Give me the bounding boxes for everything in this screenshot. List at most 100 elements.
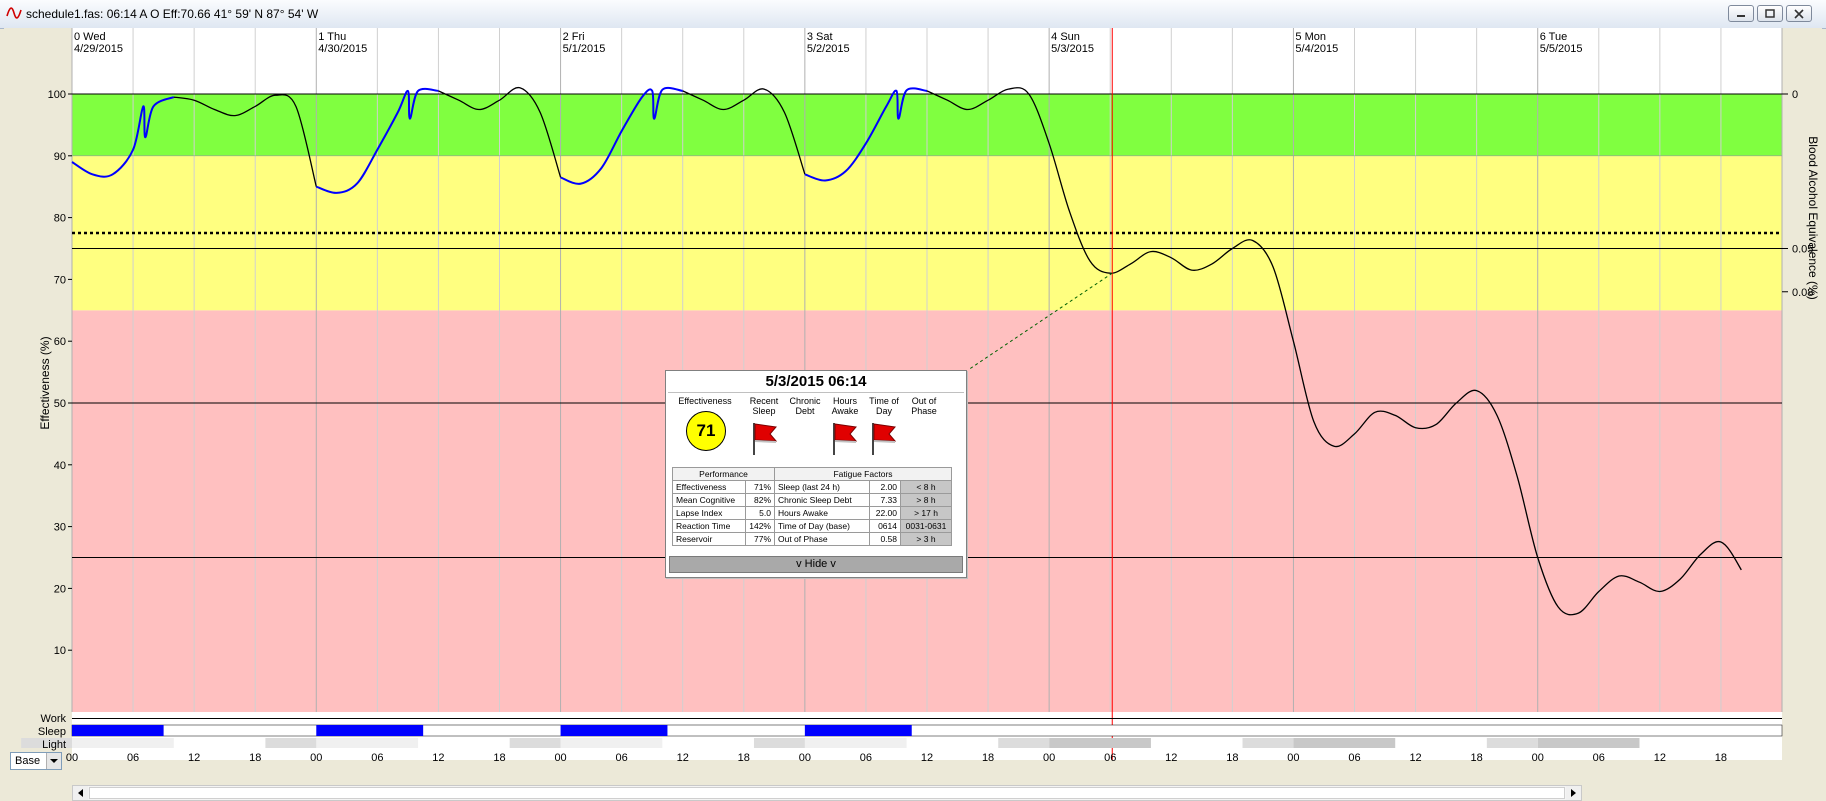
time-of-day-header: Time of Day bbox=[869, 396, 899, 416]
chart-client-area: 0 Wed 4/29/2015 1 Thu 4/30/2015 2 Fri 5/1/201… bbox=[4, 28, 1822, 801]
hour-label: 06 bbox=[1348, 752, 1360, 764]
factor-label: Chronic Sleep Debt bbox=[774, 493, 870, 507]
hour-label: 18 bbox=[738, 752, 750, 764]
light-row-block bbox=[1049, 738, 1151, 748]
light-row-block bbox=[1242, 738, 1294, 748]
y-axis-title: Effectiveness (%) bbox=[38, 336, 52, 429]
day-header-label: 0 Wed bbox=[74, 31, 106, 43]
maximize-icon bbox=[1765, 9, 1775, 18]
light-row-block bbox=[753, 738, 805, 748]
hour-label: 12 bbox=[1654, 752, 1666, 764]
y-right-tick-label: 0 bbox=[1792, 89, 1798, 101]
light-row-block bbox=[560, 738, 663, 748]
scroll-left-button[interactable] bbox=[73, 786, 88, 800]
y-tick-label: 60 bbox=[54, 336, 66, 348]
scroll-right-button[interactable] bbox=[1566, 786, 1581, 800]
hour-label: 06 bbox=[1104, 752, 1116, 764]
horizontal-scrollbar[interactable] bbox=[72, 785, 1582, 801]
hour-label: 12 bbox=[432, 752, 444, 764]
hide-popup-button[interactable]: v Hide v bbox=[669, 556, 963, 573]
hour-label: 06 bbox=[127, 752, 139, 764]
arrow-right-icon bbox=[1571, 789, 1576, 797]
light-row-block bbox=[1486, 738, 1538, 748]
hour-label: 18 bbox=[249, 752, 261, 764]
day-header-date: 5/1/2015 bbox=[563, 43, 606, 55]
recent-sleep-flag-icon bbox=[753, 423, 778, 455]
base-select[interactable]: Base bbox=[10, 752, 62, 770]
perf-label: Lapse Index bbox=[672, 506, 746, 520]
perf-label: Reaction Time bbox=[672, 519, 746, 533]
light-row-block bbox=[316, 738, 419, 748]
factor-value: 0.58 bbox=[869, 532, 901, 546]
hour-label: 06 bbox=[860, 752, 872, 764]
day-header-date: 4/29/2015 bbox=[74, 43, 123, 55]
day-header-label: 1 Thu bbox=[318, 31, 346, 43]
hour-label: 00 bbox=[799, 752, 811, 764]
y-tick-label: 90 bbox=[54, 151, 66, 163]
out-of-phase-header: Out of Phase bbox=[911, 396, 937, 416]
time-of-day-flag-icon bbox=[872, 423, 897, 455]
day-header-date: 5/2/2015 bbox=[807, 43, 850, 55]
y-tick-label: 10 bbox=[54, 645, 66, 657]
hour-label: 00 bbox=[1532, 752, 1544, 764]
day-header-date: 5/5/2015 bbox=[1540, 43, 1583, 55]
hour-label: 06 bbox=[1593, 752, 1605, 764]
table-row: Reaction Time 142% Time of Day (base) 06… bbox=[672, 519, 952, 533]
hours-awake-flag-icon bbox=[833, 423, 858, 455]
hour-label: 00 bbox=[554, 752, 566, 764]
chevron-down-icon bbox=[50, 759, 58, 763]
day-header-label: 3 Sat bbox=[807, 31, 833, 43]
base-select-arrow[interactable] bbox=[46, 753, 61, 769]
close-button[interactable] bbox=[1786, 5, 1812, 22]
day-header-label: 6 Tue bbox=[1540, 31, 1568, 43]
title-bar: schedule1.fas: 06:14 A O Eff:70.66 41° 5… bbox=[0, 0, 1826, 29]
hour-label: 18 bbox=[982, 752, 994, 764]
factor-label: Sleep (last 24 h) bbox=[774, 480, 870, 494]
factor-label: Time of Day (base) bbox=[774, 519, 870, 533]
hour-label: 18 bbox=[1471, 752, 1483, 764]
minimize-button[interactable] bbox=[1728, 5, 1754, 22]
work-row-label: Work bbox=[41, 713, 67, 725]
factor-threshold: < 8 h bbox=[900, 480, 952, 494]
light-row-block bbox=[72, 738, 174, 748]
light-row-block bbox=[265, 738, 317, 748]
light-row-label: Light bbox=[42, 739, 66, 751]
hour-label: 00 bbox=[66, 752, 78, 764]
sleep-bar bbox=[316, 725, 424, 736]
y-tick-label: 50 bbox=[54, 398, 66, 410]
day-header-date: 5/4/2015 bbox=[1295, 43, 1338, 55]
sleep-bar bbox=[804, 725, 912, 736]
perf-label: Mean Cognitive bbox=[672, 493, 746, 507]
hour-label: 12 bbox=[677, 752, 689, 764]
hour-label: 18 bbox=[493, 752, 505, 764]
performance-table: Performance Fatigue Factors Effectivenes… bbox=[672, 467, 952, 546]
hour-label: 00 bbox=[1043, 752, 1055, 764]
factor-threshold: > 8 h bbox=[900, 493, 952, 507]
day-header-label: 4 Sun bbox=[1051, 31, 1080, 43]
minimize-icon bbox=[1737, 15, 1745, 17]
y-tick-label: 80 bbox=[54, 213, 66, 225]
y-tick-label: 30 bbox=[54, 522, 66, 534]
hour-label: 18 bbox=[1715, 752, 1727, 764]
y-tick-label: 40 bbox=[54, 460, 66, 472]
app-wave-icon bbox=[6, 7, 22, 19]
point-details-popup: 5/3/2015 06:14 Effectiveness Recent Slee… bbox=[665, 370, 967, 578]
factor-value: 0614 bbox=[869, 519, 901, 533]
hour-label: 00 bbox=[1287, 752, 1299, 764]
factor-threshold: 0031-0631 bbox=[900, 519, 952, 533]
day-header-date: 5/3/2015 bbox=[1051, 43, 1094, 55]
performance-header: Performance bbox=[672, 467, 775, 481]
light-row-block bbox=[509, 738, 561, 748]
window-title: schedule1.fas: 06:14 A O Eff:70.66 41° 5… bbox=[26, 7, 319, 21]
light-row-block bbox=[998, 738, 1050, 748]
table-row: Effectiveness 71% Sleep (last 24 h) 2.00… bbox=[672, 480, 952, 494]
scroll-thumb[interactable] bbox=[89, 787, 1565, 799]
sleep-bar bbox=[72, 725, 164, 736]
light-row-block bbox=[1293, 738, 1396, 748]
hour-label: 12 bbox=[1409, 752, 1421, 764]
perf-value: 142% bbox=[745, 519, 775, 533]
factor-label: Hours Awake bbox=[774, 506, 870, 520]
maximize-button[interactable] bbox=[1757, 5, 1783, 22]
popup-divider bbox=[668, 392, 964, 393]
table-row: Mean Cognitive 82% Chronic Sleep Debt 7.… bbox=[672, 493, 952, 507]
